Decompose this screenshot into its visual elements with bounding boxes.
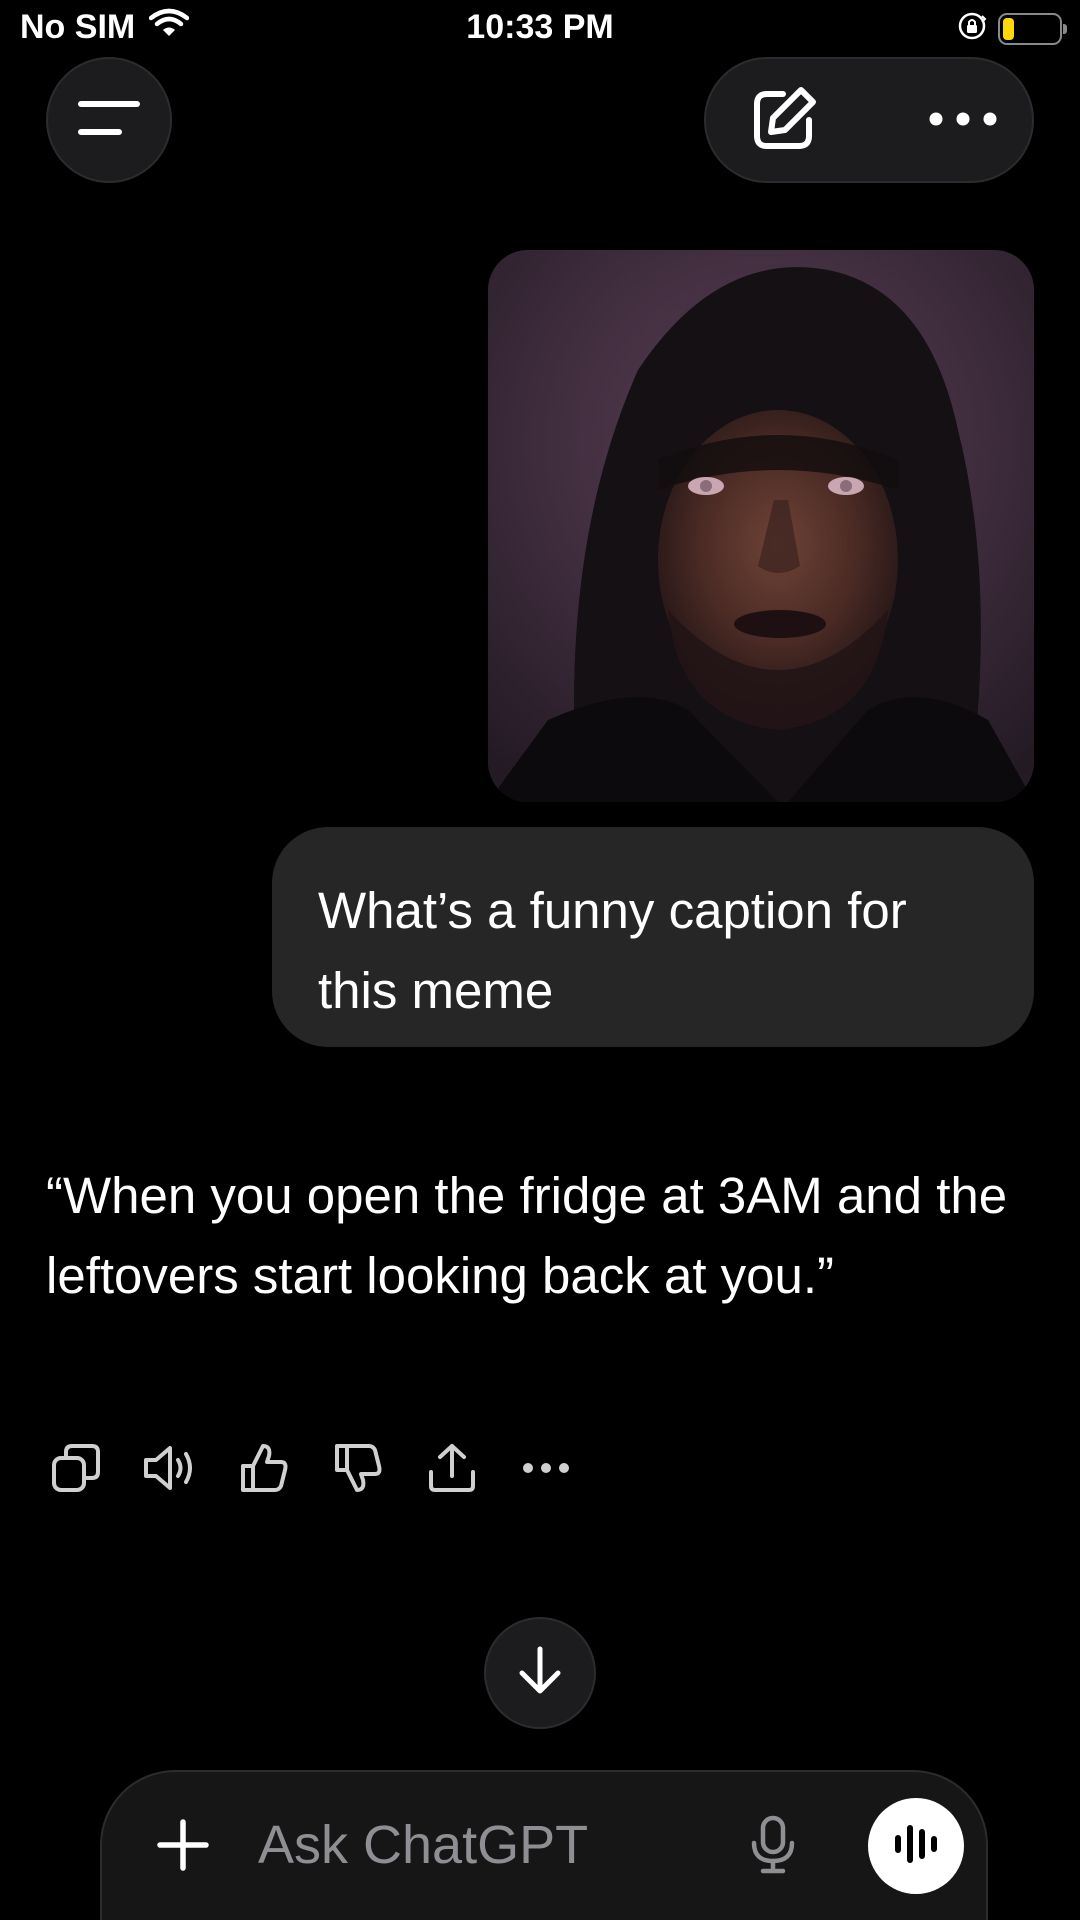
- share-icon: [427, 1442, 477, 1499]
- more-options-button[interactable]: [918, 81, 1008, 161]
- hooded-man-image: [488, 250, 1034, 802]
- read-aloud-button[interactable]: [140, 1440, 200, 1500]
- copy-button[interactable]: [46, 1440, 106, 1500]
- status-right: [956, 10, 1067, 47]
- message-more-button[interactable]: [516, 1440, 576, 1500]
- user-message-text: What’s a funny caption for this meme: [318, 882, 907, 1019]
- scroll-to-bottom-button[interactable]: [484, 1617, 596, 1729]
- header-actions: [704, 57, 1034, 183]
- hamburger-icon: [77, 98, 141, 143]
- thumbs-up-icon: [239, 1442, 289, 1499]
- message-composer: [100, 1770, 988, 1920]
- voice-mode-button[interactable]: [868, 1798, 964, 1894]
- battery-level: [1003, 17, 1014, 40]
- sidebar-menu-button[interactable]: [46, 57, 172, 183]
- message-actions: [46, 1440, 610, 1500]
- ellipsis-icon: [523, 1461, 569, 1479]
- assistant-message-text: “When you open the fridge at 3AM and the…: [46, 1167, 1008, 1304]
- attach-button[interactable]: [148, 1812, 218, 1882]
- bad-response-button[interactable]: [328, 1440, 388, 1500]
- share-button[interactable]: [422, 1440, 482, 1500]
- copy-icon: [50, 1442, 102, 1499]
- battery-icon: [998, 12, 1067, 45]
- status-bar: No SIM 10:33 PM: [0, 0, 1080, 60]
- meme-image-attachment[interactable]: [488, 250, 1034, 802]
- microphone-icon: [750, 1815, 796, 1880]
- orientation-lock-icon: [956, 10, 988, 47]
- thumbs-down-icon: [333, 1442, 383, 1499]
- speaker-icon: [142, 1442, 198, 1499]
- plus-icon: [156, 1818, 210, 1877]
- message-input[interactable]: [258, 1800, 718, 1890]
- dictate-button[interactable]: [738, 1812, 808, 1882]
- new-chat-button[interactable]: [744, 81, 824, 161]
- edit-icon: [749, 84, 819, 159]
- soundwave-icon: [892, 1822, 940, 1871]
- assistant-message: “When you open the fridge at 3AM and the…: [46, 1156, 1046, 1316]
- arrow-down-icon: [516, 1645, 564, 1702]
- user-message-bubble: What’s a funny caption for this meme: [272, 827, 1034, 1047]
- ellipsis-icon: [928, 111, 998, 132]
- good-response-button[interactable]: [234, 1440, 294, 1500]
- status-time: 10:33 PM: [466, 8, 614, 46]
